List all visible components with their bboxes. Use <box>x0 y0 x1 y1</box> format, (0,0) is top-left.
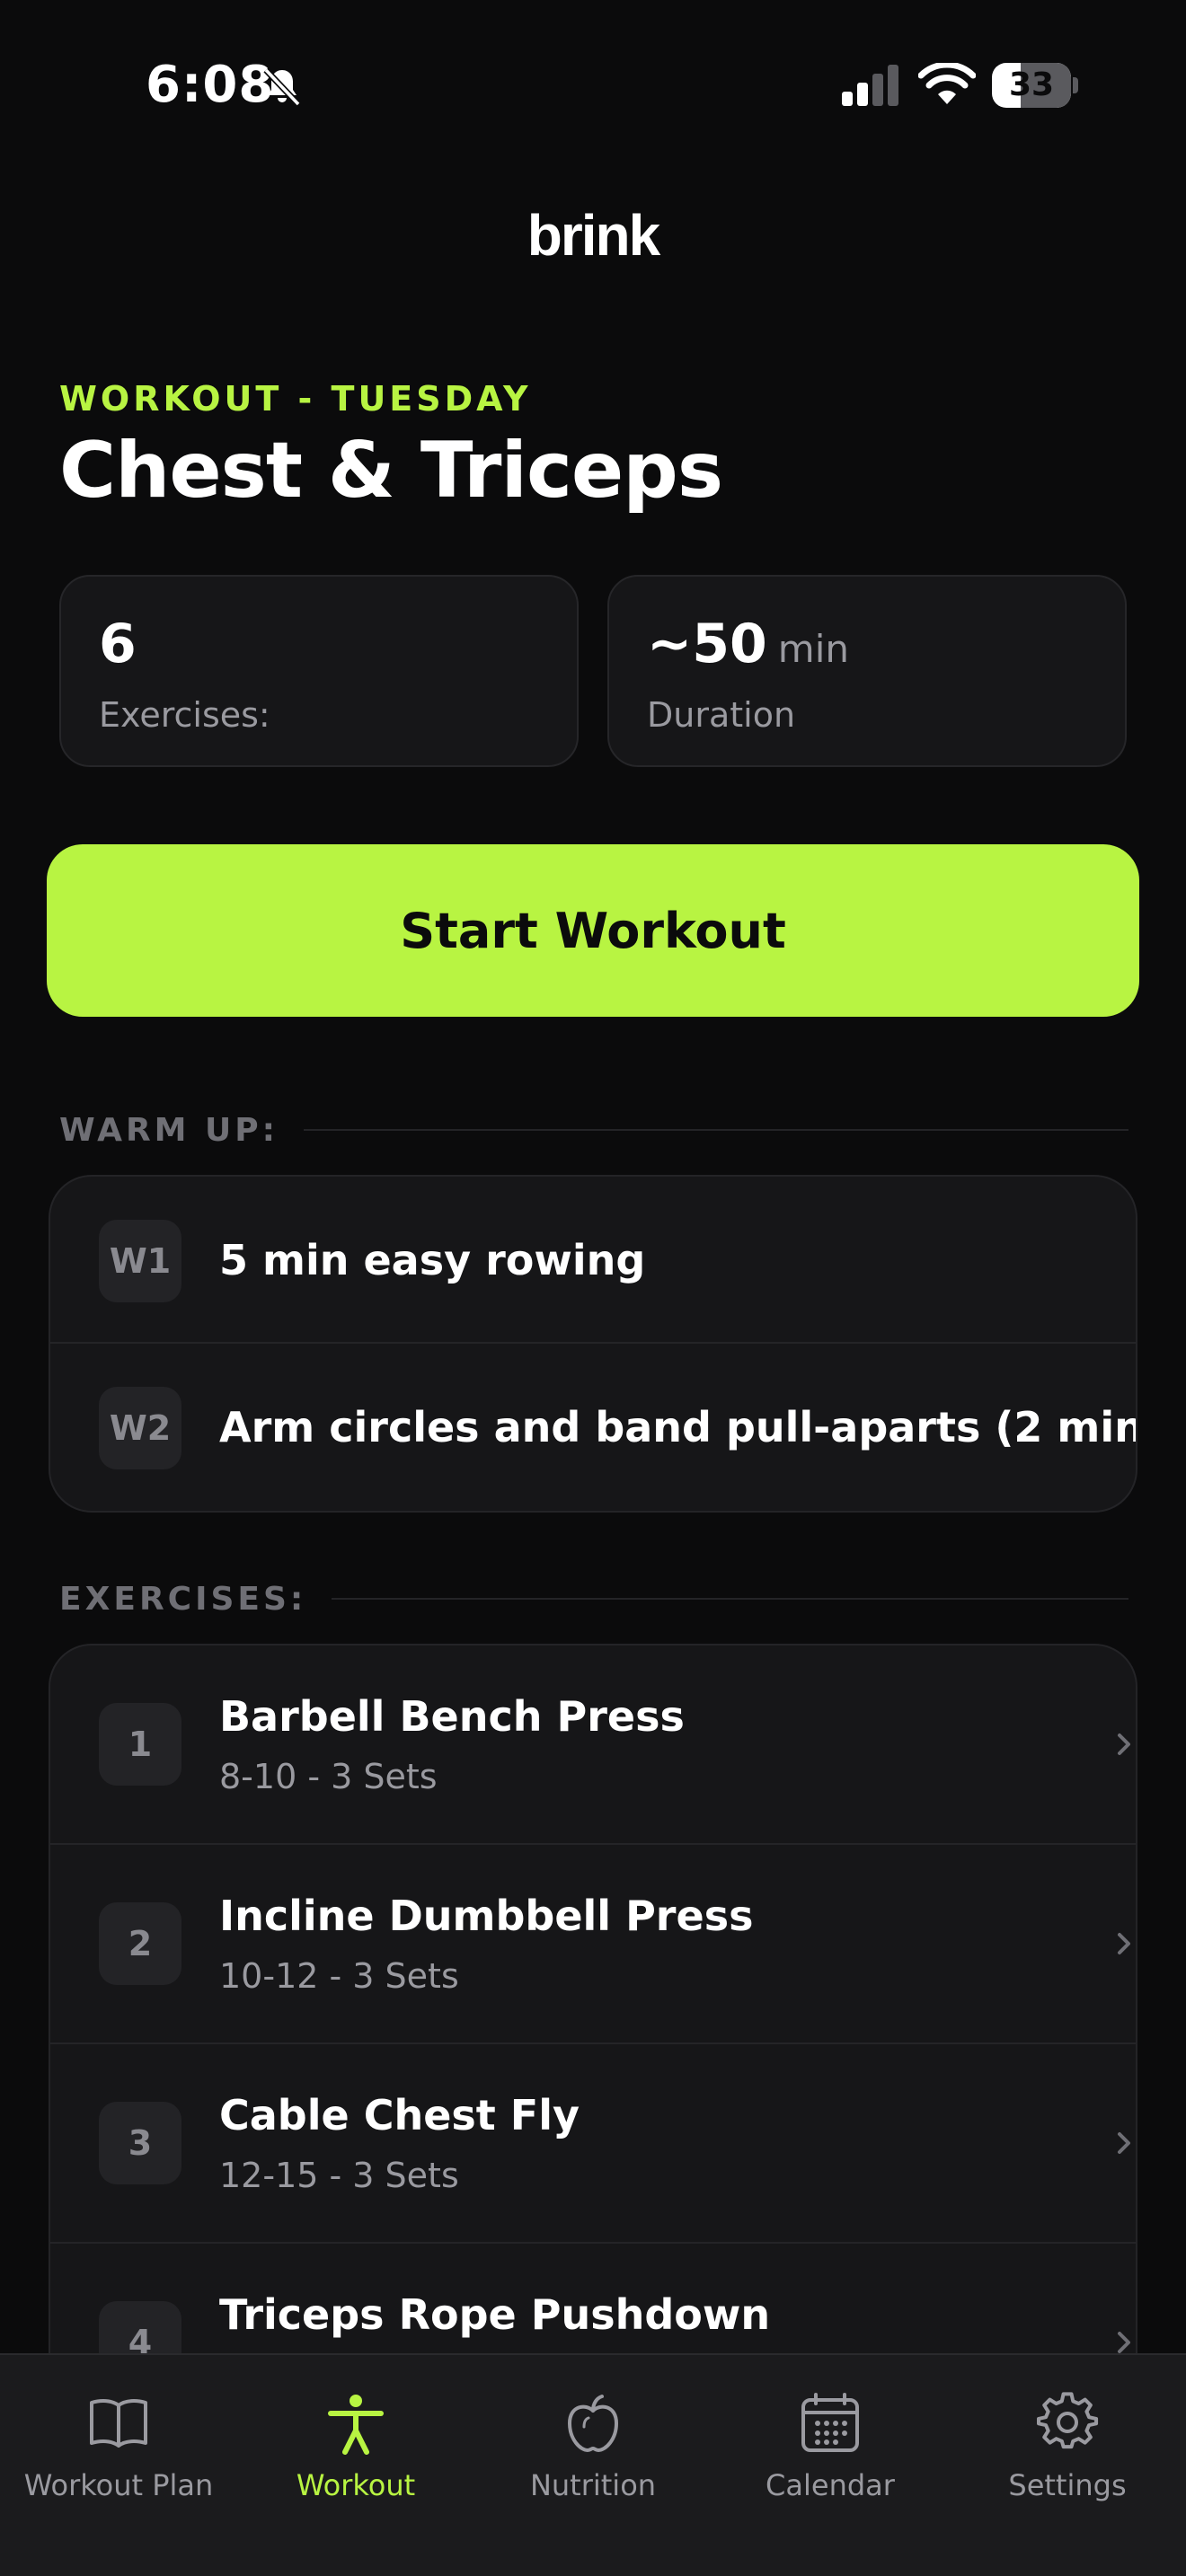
duration-unit: min <box>777 627 849 671</box>
exercise-number: 2 <box>99 1902 181 1985</box>
exercise-row[interactable]: 2 Incline Dumbbell Press 10-12 - 3 Sets <box>50 1845 1136 2044</box>
battery-level: 33 <box>1008 66 1055 103</box>
exercise-number: 1 <box>99 1703 181 1786</box>
start-workout-button[interactable]: Start Workout <box>47 844 1139 1017</box>
exercises-heading: EXERCISES: <box>59 1580 307 1618</box>
warmup-section-header: WARM UP: <box>59 1110 1128 1150</box>
duration-label: Duration <box>647 695 796 735</box>
tab-label: Calendar <box>766 2468 895 2502</box>
exercises-label: Exercises: <box>99 695 270 735</box>
warmup-item: W2 Arm circles and band pull-aparts (2 m… <box>50 1344 1136 1511</box>
divider <box>304 1129 1128 1131</box>
warmup-item: W1 5 min easy rowing <box>50 1177 1136 1344</box>
tab-nutrition[interactable]: Nutrition <box>474 2355 712 2576</box>
tab-label: Workout Plan <box>23 2468 214 2502</box>
exercises-section-header: EXERCISES: <box>59 1579 1128 1619</box>
exercise-name: Cable Chest Fly <box>219 2091 580 2139</box>
chevron-right-icon <box>1118 1734 1130 1755</box>
app-logo: brink <box>527 203 660 268</box>
cellular-signal-icon <box>842 65 898 106</box>
exercise-detail: 12-15 - 3 Sets <box>219 2156 459 2195</box>
tab-workout-plan[interactable]: Workout Plan <box>0 2355 237 2576</box>
exercises-stat-card: 6 Exercises: <box>59 575 579 767</box>
exercise-list: 1 Barbell Bench Press 8-10 - 3 Sets 2 In… <box>49 1644 1137 2452</box>
battery-icon: 33 <box>992 63 1078 108</box>
status-bar: 6:08 33 <box>0 0 1186 171</box>
chevron-right-icon <box>1118 1933 1130 1954</box>
divider <box>332 1598 1128 1600</box>
tab-label: Settings <box>1008 2468 1127 2502</box>
tab-bar: Workout Plan Workout Nutrition Calendar … <box>0 2353 1186 2576</box>
exercise-detail: 10-12 - 3 Sets <box>219 1956 459 1996</box>
wifi-icon <box>918 63 976 104</box>
workout-day-label: WORKOUT - TUESDAY <box>59 379 532 419</box>
duration-stat-card: ~50 min Duration <box>607 575 1127 767</box>
warmup-badge: W1 <box>99 1220 181 1302</box>
tab-label: Nutrition <box>529 2468 657 2502</box>
exercise-detail: 8-10 - 3 Sets <box>219 1757 438 1796</box>
warmup-list: W1 5 min easy rowing W2 Arm circles and … <box>49 1175 1137 1513</box>
warmup-badge: W2 <box>99 1387 181 1469</box>
chevron-right-icon <box>1118 2132 1130 2154</box>
status-time: 6:08 <box>146 56 275 114</box>
page-title: Chest & Triceps <box>59 426 723 516</box>
duration-value: ~50 <box>647 613 767 675</box>
duration-value-wrap: ~50 min <box>647 613 849 675</box>
tab-workout[interactable]: Workout <box>237 2355 474 2576</box>
tab-label: Workout <box>296 2468 416 2502</box>
warmup-text: Arm circles and band pull-aparts (2 min) <box>219 1403 1137 1451</box>
exercise-row[interactable]: 3 Cable Chest Fly 12-15 - 3 Sets <box>50 2044 1136 2244</box>
exercise-row[interactable]: 1 Barbell Bench Press 8-10 - 3 Sets <box>50 1645 1136 1845</box>
tab-calendar[interactable]: Calendar <box>712 2355 949 2576</box>
exercise-name: Incline Dumbbell Press <box>219 1892 754 1940</box>
exercise-name: Barbell Bench Press <box>219 1692 685 1741</box>
gear-icon <box>1036 2392 1099 2449</box>
exercise-name: Triceps Rope Pushdown <box>219 2290 771 2339</box>
warmup-heading: WARM UP: <box>59 1111 279 1149</box>
warmup-text: 5 min easy rowing <box>219 1236 646 1284</box>
person-icon <box>328 2395 384 2455</box>
book-icon <box>90 2399 147 2448</box>
bell-slash-icon <box>263 67 301 107</box>
exercises-count: 6 <box>99 613 137 675</box>
apple-icon <box>568 2395 618 2452</box>
calendar-icon <box>801 2393 859 2452</box>
exercise-number: 3 <box>99 2102 181 2184</box>
tab-settings[interactable]: Settings <box>949 2355 1186 2576</box>
